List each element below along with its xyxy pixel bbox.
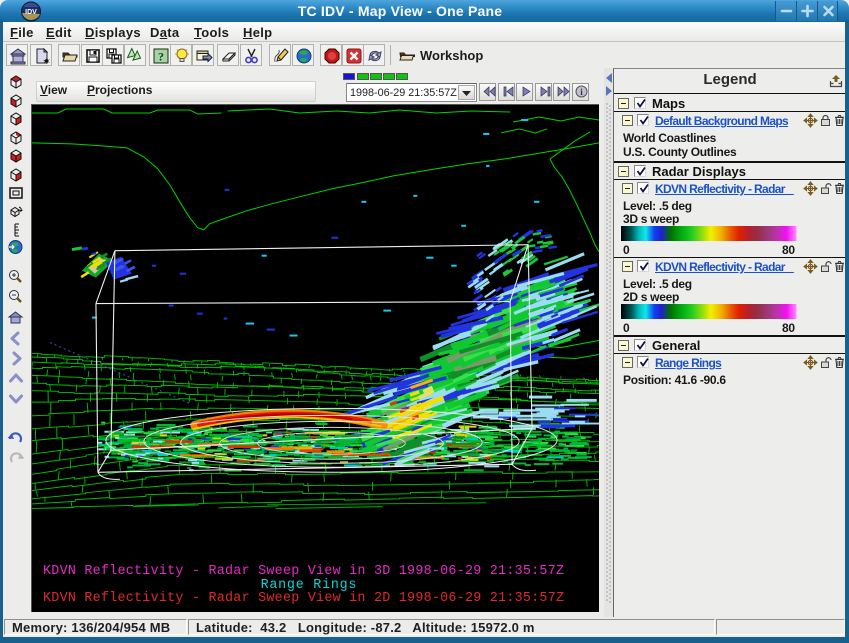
svg-text:?: ? <box>158 50 164 64</box>
svg-text:KDVN Reflectivity - Radar Swee: KDVN Reflectivity - Radar Sweep View in … <box>43 591 564 606</box>
svg-text:KDVN Reflectivity - Radar Swee: KDVN Reflectivity - Radar Sweep View in … <box>43 564 564 579</box>
